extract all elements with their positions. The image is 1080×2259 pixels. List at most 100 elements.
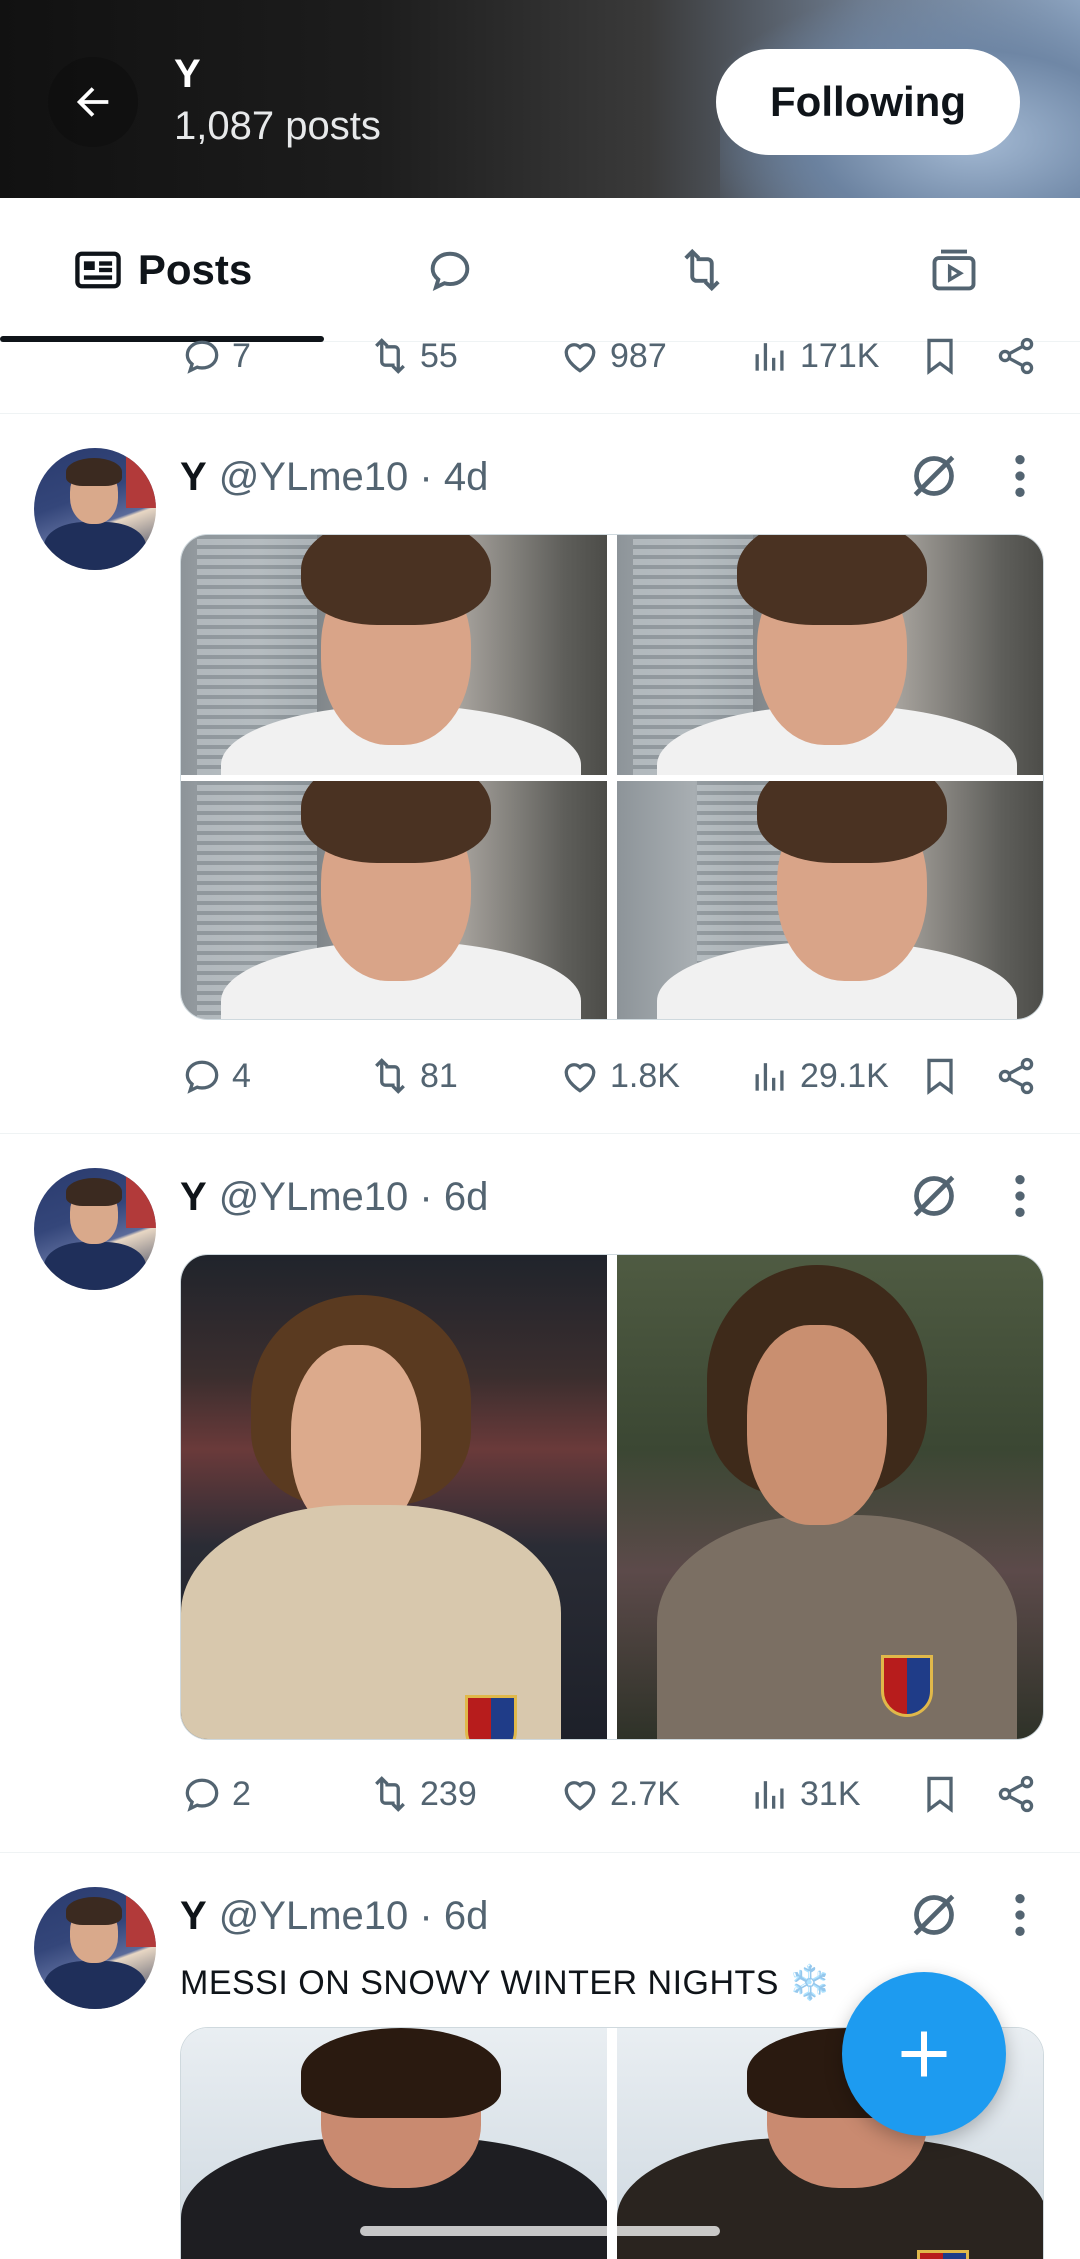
views-chart-icon [755,1063,784,1091]
tab-replies[interactable] [324,198,576,342]
home-indicator[interactable] [360,2226,720,2236]
reply-count: 2 [232,1774,251,1813]
repost-icon [375,1776,405,1812]
reply-count: 7 [232,336,251,375]
post-author-name: Y [180,454,207,499]
media-image[interactable] [617,1255,1043,1739]
like-button[interactable]: 2.7K [558,1772,748,1816]
bookmark-button[interactable] [918,334,994,378]
media-image[interactable] [181,781,607,1019]
post-handle-time: @YLme10 · 4d [218,454,489,499]
share-button[interactable] [994,1054,1038,1098]
avatar[interactable] [34,448,156,570]
like-count: 987 [610,336,667,375]
view-count: 29.1K [800,1056,889,1095]
post-header: Y @YLme10 · 6d [180,1170,488,1224]
repost-button[interactable]: 239 [368,1772,558,1816]
post-actions: 4 81 1.8K 29.1K [180,1046,1040,1106]
media-image[interactable] [617,535,1043,775]
bookmark-icon [927,1776,953,1813]
plus-icon [901,2031,947,2077]
like-button[interactable]: 1.8K [558,1054,748,1098]
more-vertical-icon[interactable] [1000,1887,1040,1943]
media-image[interactable] [181,1255,607,1739]
post-author-name: Y [180,1893,207,1938]
like-count: 2.7K [610,1774,680,1813]
post-text: MESSI ON SNOWY WINTER NIGHTS ❄️ [180,1964,832,2002]
bookmark-button[interactable] [918,1772,994,1816]
views-chart-icon [755,1781,784,1809]
media-grid[interactable] [180,1254,1044,1740]
bookmark-icon [927,1058,953,1095]
heart-icon [564,343,596,373]
repost-icon [375,1058,405,1094]
tab-posts-label: Posts [137,246,253,293]
media-image[interactable] [181,2028,607,2259]
media-grid[interactable] [180,534,1044,1020]
reply-icon [185,1060,219,1094]
bookmark-button[interactable] [918,1054,994,1098]
back-button[interactable] [48,57,138,147]
media-image[interactable] [181,535,607,775]
profile-name: Y [174,52,201,96]
share-icon [998,1775,1034,1813]
post-actions: 2 239 2.7K 31K [180,1764,1040,1824]
reply-count: 4 [232,1056,251,1095]
share-button[interactable] [994,1772,1038,1816]
views-button[interactable]: 31K [748,1772,918,1816]
post-handle-time: @YLme10 · 6d [218,1174,489,1219]
post-header: Y @YLme10 · 4d [180,450,488,504]
avatar[interactable] [34,1887,156,2009]
grok-icon[interactable] [906,448,962,504]
post-actions: 7 55 987 171K [180,326,1040,386]
heart-icon [564,1781,596,1811]
more-vertical-icon[interactable] [1000,1168,1040,1224]
reply-bubble-icon [430,251,470,292]
reply-button[interactable]: 2 [180,1772,368,1816]
share-icon [998,337,1034,375]
views-button[interactable]: 171K [748,334,918,378]
tab-posts[interactable]: Posts [0,198,324,342]
reply-button[interactable]: 4 [180,1054,368,1098]
following-button[interactable]: Following [716,49,1020,155]
arrow-left-icon [76,87,109,117]
tab-reposts[interactable] [576,198,828,342]
post-count: 1,087 posts [174,104,381,148]
post[interactable]: Y @YLme10 · 4d 4 81 1.8K 29.1K [0,414,1080,1134]
tab-media[interactable] [828,198,1080,342]
views-button[interactable]: 29.1K [748,1054,918,1098]
more-vertical-icon[interactable] [1000,448,1040,504]
repost-count: 81 [420,1056,458,1095]
views-chart-icon [755,343,784,371]
repost-count: 239 [420,1774,477,1813]
media-image[interactable] [617,781,1043,1019]
view-count: 171K [800,336,880,375]
like-button[interactable]: 987 [558,334,748,378]
profile-tabs: Posts [0,198,1080,342]
compose-post-button[interactable] [842,1972,1006,2136]
repost-icon [684,248,720,292]
reply-button[interactable]: 7 [180,334,368,378]
repost-button[interactable]: 55 [368,334,558,378]
like-count: 1.8K [610,1056,680,1095]
profile-header: Y 1,087 posts Following [0,0,1080,198]
bookmark-icon [927,338,953,375]
grok-icon[interactable] [906,1168,962,1224]
share-button[interactable] [994,334,1038,378]
repost-count: 55 [420,336,458,375]
avatar[interactable] [34,1168,156,1290]
share-icon [998,1057,1034,1095]
reply-icon [185,1778,219,1812]
post-header: Y @YLme10 · 6d [180,1889,488,1943]
reply-icon [185,340,219,374]
article-icon [75,251,121,289]
video-icon [932,249,976,291]
post-author-name: Y [180,1174,207,1219]
repost-button[interactable]: 81 [368,1054,558,1098]
post-handle-time: @YLme10 · 6d [218,1893,489,1938]
heart-icon [564,1063,596,1093]
post[interactable]: Y @YLme10 · 6d 2 239 2.7K 31K [0,1134,1080,1852]
grok-icon[interactable] [906,1887,962,1943]
repost-icon [375,338,405,374]
view-count: 31K [800,1774,861,1813]
